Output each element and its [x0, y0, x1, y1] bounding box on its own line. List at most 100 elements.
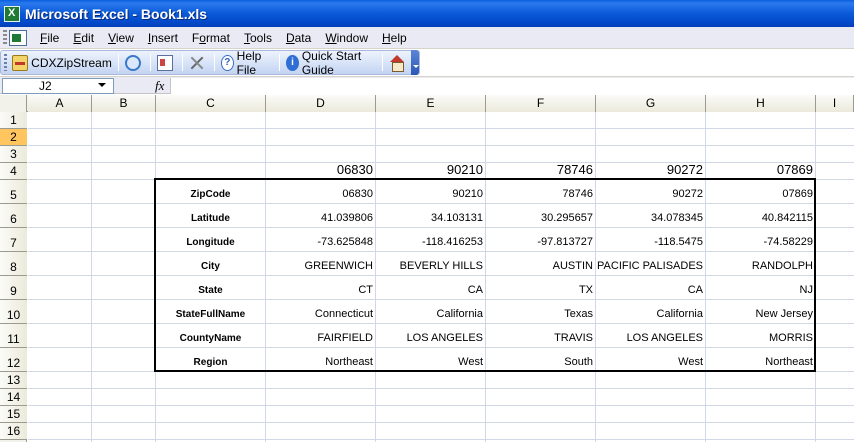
- table-cell[interactable]: LOS ANGELES: [376, 324, 485, 347]
- table-label-countyname[interactable]: CountyName: [156, 324, 265, 347]
- row-header-10[interactable]: 10: [0, 300, 27, 324]
- table-cell[interactable]: BEVERLY HILLS: [376, 252, 485, 275]
- table-cell[interactable]: California: [376, 300, 485, 323]
- row-header-15[interactable]: 15: [0, 406, 27, 423]
- row-header-12[interactable]: 12: [0, 348, 27, 372]
- menu-item-help[interactable]: Help: [375, 28, 414, 48]
- row-header-14[interactable]: 14: [0, 389, 27, 406]
- table-cell[interactable]: Texas: [486, 300, 595, 323]
- table-cell[interactable]: GREENWICH: [266, 252, 375, 275]
- table-label-latitude[interactable]: Latitude: [156, 204, 265, 227]
- tools-button[interactable]: [186, 52, 211, 73]
- table-cell[interactable]: TRAVIS: [486, 324, 595, 347]
- toolbar-options-chevron-icon[interactable]: [411, 50, 419, 75]
- column-header-h[interactable]: H: [706, 95, 816, 112]
- table-cell[interactable]: 40.842115: [706, 204, 815, 227]
- table-cell[interactable]: PACIFIC PALISADES: [596, 252, 705, 275]
- menu-item-tools[interactable]: Tools: [237, 28, 279, 48]
- menu-item-format[interactable]: Format: [185, 28, 237, 48]
- column-header-f[interactable]: F: [486, 95, 596, 112]
- table-cell[interactable]: CA: [376, 276, 485, 299]
- table-cell[interactable]: South: [486, 348, 595, 371]
- row-header-8[interactable]: 8: [0, 252, 27, 276]
- column-header-i[interactable]: I: [816, 95, 854, 112]
- table-cell[interactable]: TX: [486, 276, 595, 299]
- table-cell[interactable]: 34.078345: [596, 204, 705, 227]
- table-cell[interactable]: AUSTIN: [486, 252, 595, 275]
- row-header-4[interactable]: 4: [0, 163, 27, 180]
- column-header-b[interactable]: B: [92, 95, 156, 112]
- table-cell[interactable]: CT: [266, 276, 375, 299]
- excel-app-icon[interactable]: [4, 5, 20, 22]
- table-cell[interactable]: CA: [596, 276, 705, 299]
- row-header-2[interactable]: 2: [0, 129, 27, 146]
- column-header-e[interactable]: E: [376, 95, 486, 112]
- row-header-1[interactable]: 1: [0, 112, 27, 129]
- row-header-11[interactable]: 11: [0, 324, 27, 348]
- table-label-longitude[interactable]: Longitude: [156, 228, 265, 251]
- table-cell[interactable]: -74.58229: [706, 228, 815, 251]
- table-label-zipcode[interactable]: ZipCode: [156, 180, 265, 203]
- name-box-dropdown-chevron-icon[interactable]: [98, 83, 106, 87]
- table-cell[interactable]: 90210: [376, 180, 485, 203]
- table-cell[interactable]: Northeast: [266, 348, 375, 371]
- table-cell[interactable]: LOS ANGELES: [596, 324, 705, 347]
- column-header-g[interactable]: G: [596, 95, 706, 112]
- workbook-icon[interactable]: [9, 29, 27, 46]
- help-file-button[interactable]: ? Help File: [218, 49, 276, 77]
- table-cell[interactable]: New Jersey: [706, 300, 815, 323]
- table-label-statefullname[interactable]: StateFullName: [156, 300, 265, 323]
- refresh-button[interactable]: [122, 52, 147, 73]
- table-cell[interactable]: 30.295657: [486, 204, 595, 227]
- cell-g4[interactable]: 90272: [596, 163, 705, 179]
- row-header-9[interactable]: 9: [0, 276, 27, 300]
- column-header-d[interactable]: D: [266, 95, 376, 112]
- table-cell[interactable]: -118.416253: [376, 228, 485, 251]
- table-cell[interactable]: Connecticut: [266, 300, 375, 323]
- menu-item-insert[interactable]: Insert: [141, 28, 185, 48]
- formula-input[interactable]: [170, 78, 854, 94]
- table-cell[interactable]: 07869: [706, 180, 815, 203]
- card-button[interactable]: [154, 52, 179, 73]
- table-cell[interactable]: 34.103131: [376, 204, 485, 227]
- column-header-c[interactable]: C: [156, 95, 266, 112]
- home-button[interactable]: [386, 52, 411, 73]
- cell-d4[interactable]: 06830: [266, 163, 375, 179]
- table-cell[interactable]: MORRIS: [706, 324, 815, 347]
- menu-item-file[interactable]: File: [33, 28, 66, 48]
- table-cell[interactable]: -118.5475: [596, 228, 705, 251]
- cdxzipstream-button[interactable]: CDXZipStream: [9, 52, 115, 73]
- worksheet-grid[interactable]: 06830 90210 78746 90272 07869 ZipCode 06830 902…: [28, 112, 854, 442]
- table-cell[interactable]: -97.813727: [486, 228, 595, 251]
- table-cell[interactable]: West: [596, 348, 705, 371]
- row-header-16[interactable]: 16: [0, 423, 27, 440]
- table-cell[interactable]: 78746: [486, 180, 595, 203]
- table-cell[interactable]: 06830: [266, 180, 375, 203]
- row-header-7[interactable]: 7: [0, 228, 27, 252]
- menu-item-edit[interactable]: Edit: [66, 28, 101, 48]
- table-label-city[interactable]: City: [156, 252, 265, 275]
- menu-item-view[interactable]: View: [101, 28, 141, 48]
- row-header-3[interactable]: 3: [0, 146, 27, 163]
- quick-start-guide-button[interactable]: i Quick Start Guide: [283, 49, 379, 77]
- row-header-6[interactable]: 6: [0, 204, 27, 228]
- menu-item-window[interactable]: Window: [318, 28, 375, 48]
- cell-h4[interactable]: 07869: [706, 163, 815, 179]
- insert-function-fx-icon[interactable]: fx: [155, 78, 164, 94]
- toolbar-grip-handle[interactable]: [4, 54, 8, 71]
- table-cell[interactable]: West: [376, 348, 485, 371]
- cell-f4[interactable]: 78746: [486, 163, 595, 179]
- table-cell[interactable]: 41.039806: [266, 204, 375, 227]
- menu-grip-handle[interactable]: [3, 29, 7, 46]
- table-cell[interactable]: 90272: [596, 180, 705, 203]
- row-header-13[interactable]: 13: [0, 372, 27, 389]
- table-cell[interactable]: Northeast: [706, 348, 815, 371]
- table-label-region[interactable]: Region: [156, 348, 265, 371]
- table-cell[interactable]: FAIRFIELD: [266, 324, 375, 347]
- menu-item-data[interactable]: Data: [279, 28, 318, 48]
- table-cell[interactable]: California: [596, 300, 705, 323]
- table-label-state[interactable]: State: [156, 276, 265, 299]
- table-cell[interactable]: NJ: [706, 276, 815, 299]
- row-header-5[interactable]: 5: [0, 180, 27, 204]
- select-all-corner[interactable]: [0, 95, 27, 112]
